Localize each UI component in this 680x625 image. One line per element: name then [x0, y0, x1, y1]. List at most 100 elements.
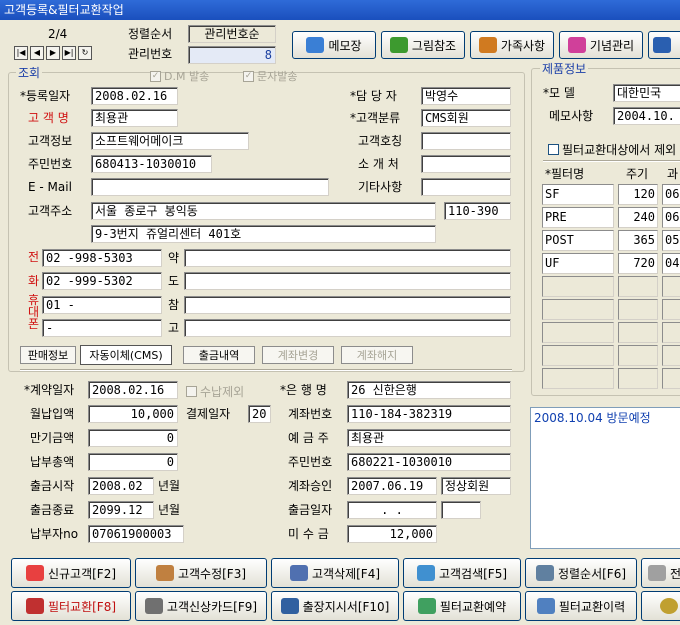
note-field-3[interactable]: [184, 296, 511, 314]
depositor-rrn-field[interactable]: 680221-1030010: [347, 453, 511, 471]
filter-cycle-cell[interactable]: 720: [618, 253, 658, 274]
settings-button[interactable]: [641, 591, 680, 621]
tab-account-change[interactable]: 계좌변경: [262, 346, 334, 364]
reg-date-field[interactable]: 2008.02.16: [91, 87, 178, 105]
filter-name-cell[interactable]: PRE: [542, 207, 614, 228]
filter-name-cell[interactable]: SF: [542, 184, 614, 205]
withdrawal-date-field[interactable]: . .: [347, 501, 437, 519]
unpaid-field[interactable]: 12,000: [347, 525, 437, 543]
refresh-button[interactable]: ↻: [78, 46, 92, 60]
pay-day-field[interactable]: 20: [248, 405, 271, 423]
start-field[interactable]: 2008.02: [88, 477, 154, 495]
filter-empty-cell[interactable]: [662, 276, 680, 297]
phone1-field[interactable]: 02 -998-5303: [42, 249, 162, 267]
chart-button[interactable]: [648, 31, 680, 59]
filter-name-cell[interactable]: POST: [542, 230, 614, 251]
zip-field[interactable]: 110-390: [444, 202, 511, 220]
phone2-field[interactable]: 02 -999-5302: [42, 272, 162, 290]
payer-no-field[interactable]: 07061900003: [88, 525, 184, 543]
filter-empty-cell[interactable]: [542, 276, 614, 297]
document-button[interactable]: 전: [641, 558, 680, 588]
search-customer-button[interactable]: 고객검색[F5]: [403, 558, 521, 588]
filter-reservation-button[interactable]: 필터교환예약: [403, 591, 521, 621]
approval-status-field[interactable]: 정상회원: [441, 477, 511, 495]
delete-customer-button[interactable]: 고객삭제[F4]: [271, 558, 399, 588]
prev-record-button[interactable]: ◀: [30, 46, 44, 60]
edit-customer-button[interactable]: 고객수정[F3]: [135, 558, 267, 588]
filter-cycle-cell[interactable]: 240: [618, 207, 658, 228]
filter-empty-cell[interactable]: [618, 299, 658, 320]
tab-auto-transfer[interactable]: 자동이체(CMS): [80, 345, 172, 365]
filter-empty-cell[interactable]: [662, 299, 680, 320]
memo-button[interactable]: 메모장: [292, 31, 376, 59]
filter-extra-cell[interactable]: 06: [662, 184, 680, 205]
filter-extra-cell[interactable]: 04: [662, 253, 680, 274]
contract-date-field[interactable]: 2008.02.16: [88, 381, 178, 399]
mobile2-field[interactable]: -: [42, 319, 162, 337]
filter-empty-cell[interactable]: [618, 322, 658, 343]
maturity-field[interactable]: 0: [88, 429, 178, 447]
filter-name-cell[interactable]: UF: [542, 253, 614, 274]
filter-empty-cell[interactable]: [662, 345, 680, 366]
product-memo-field[interactable]: 2004.10.: [613, 107, 680, 125]
rrn-field[interactable]: 680413-1030010: [91, 155, 212, 173]
new-customer-button[interactable]: 신규고객[F2]: [11, 558, 131, 588]
address2-field[interactable]: 9-3번지 쥬얼리센터 401호: [91, 225, 436, 243]
manager-field[interactable]: 박영수: [421, 87, 511, 105]
filter-exchange-button[interactable]: 필터교환[F8]: [11, 591, 131, 621]
filter-history-button[interactable]: 필터교환이력: [525, 591, 637, 621]
customer-name-field[interactable]: 최용관: [91, 109, 178, 127]
end-field[interactable]: 2099.12: [88, 501, 154, 519]
tab-sales-info[interactable]: 판매정보: [20, 346, 76, 364]
last-record-button[interactable]: ▶|: [62, 46, 76, 60]
filter-exclude-checkbox[interactable]: 필터교환대상에서 제외: [548, 141, 676, 158]
paid-total-field[interactable]: 0: [88, 453, 178, 471]
next-record-button[interactable]: ▶: [46, 46, 60, 60]
first-record-button[interactable]: |◀: [14, 46, 28, 60]
filter-cycle-cell[interactable]: 365: [618, 230, 658, 251]
tab-account-close[interactable]: 계좌해지: [341, 346, 413, 364]
sort-order-button[interactable]: 정렬순서[F6]: [525, 558, 637, 588]
filter-empty-cell[interactable]: [542, 345, 614, 366]
category-field[interactable]: CMS회원: [421, 109, 511, 127]
exclude-payment-checkbox[interactable]: 수납제외: [186, 383, 244, 400]
dm-checkbox[interactable]: ✓ D.M 발송: [150, 68, 209, 84]
tab-withdrawal-history[interactable]: 출금내역: [183, 346, 255, 364]
filter-empty-cell[interactable]: [542, 368, 614, 389]
email-field[interactable]: [91, 178, 329, 196]
filter-empty-cell[interactable]: [662, 368, 680, 389]
filter-empty-cell[interactable]: [542, 299, 614, 320]
filter-extra-cell[interactable]: 06: [662, 207, 680, 228]
filter-empty-cell[interactable]: [618, 368, 658, 389]
filter-empty-cell[interactable]: [662, 322, 680, 343]
bank-field[interactable]: 26 신한은행: [347, 381, 511, 399]
withdrawal-extra-field[interactable]: [441, 501, 481, 519]
sort-order-value[interactable]: 관리번호순: [188, 25, 276, 43]
mobile1-field[interactable]: 01 -: [42, 296, 162, 314]
filter-empty-cell[interactable]: [618, 276, 658, 297]
address1-field[interactable]: 서울 종로구 봉익동: [91, 202, 436, 220]
anniversary-button[interactable]: 기념관리: [559, 31, 643, 59]
filter-cycle-cell[interactable]: 120: [618, 184, 658, 205]
note-field-1[interactable]: [184, 249, 511, 267]
sms-checkbox[interactable]: ✓ 문자발송: [243, 68, 297, 84]
filter-empty-cell[interactable]: [618, 345, 658, 366]
title-field[interactable]: [421, 132, 511, 150]
picture-ref-button[interactable]: 그림참조: [381, 31, 465, 59]
monthly-field[interactable]: 10,000: [88, 405, 178, 423]
dispatch-order-button[interactable]: 출장지시서[F10]: [271, 591, 399, 621]
etc-field[interactable]: [421, 178, 511, 196]
depositor-field[interactable]: 최용관: [347, 429, 511, 447]
family-button[interactable]: 가족사항: [470, 31, 554, 59]
customer-card-button[interactable]: 고객신상카드[F9]: [135, 591, 267, 621]
model-field[interactable]: 대한민국: [613, 84, 680, 102]
note-field-4[interactable]: [184, 319, 511, 337]
approval-field[interactable]: 2007.06.19: [347, 477, 437, 495]
info-field[interactable]: 소프트웨어메이크: [91, 132, 249, 150]
filter-extra-cell[interactable]: 05: [662, 230, 680, 251]
note-field-2[interactable]: [184, 272, 511, 290]
filter-empty-cell[interactable]: [542, 322, 614, 343]
account-field[interactable]: 110-184-382319: [347, 405, 511, 423]
referrer-field[interactable]: [421, 155, 511, 173]
visit-note-textarea[interactable]: 2008.10.04 방문예정: [530, 407, 680, 549]
